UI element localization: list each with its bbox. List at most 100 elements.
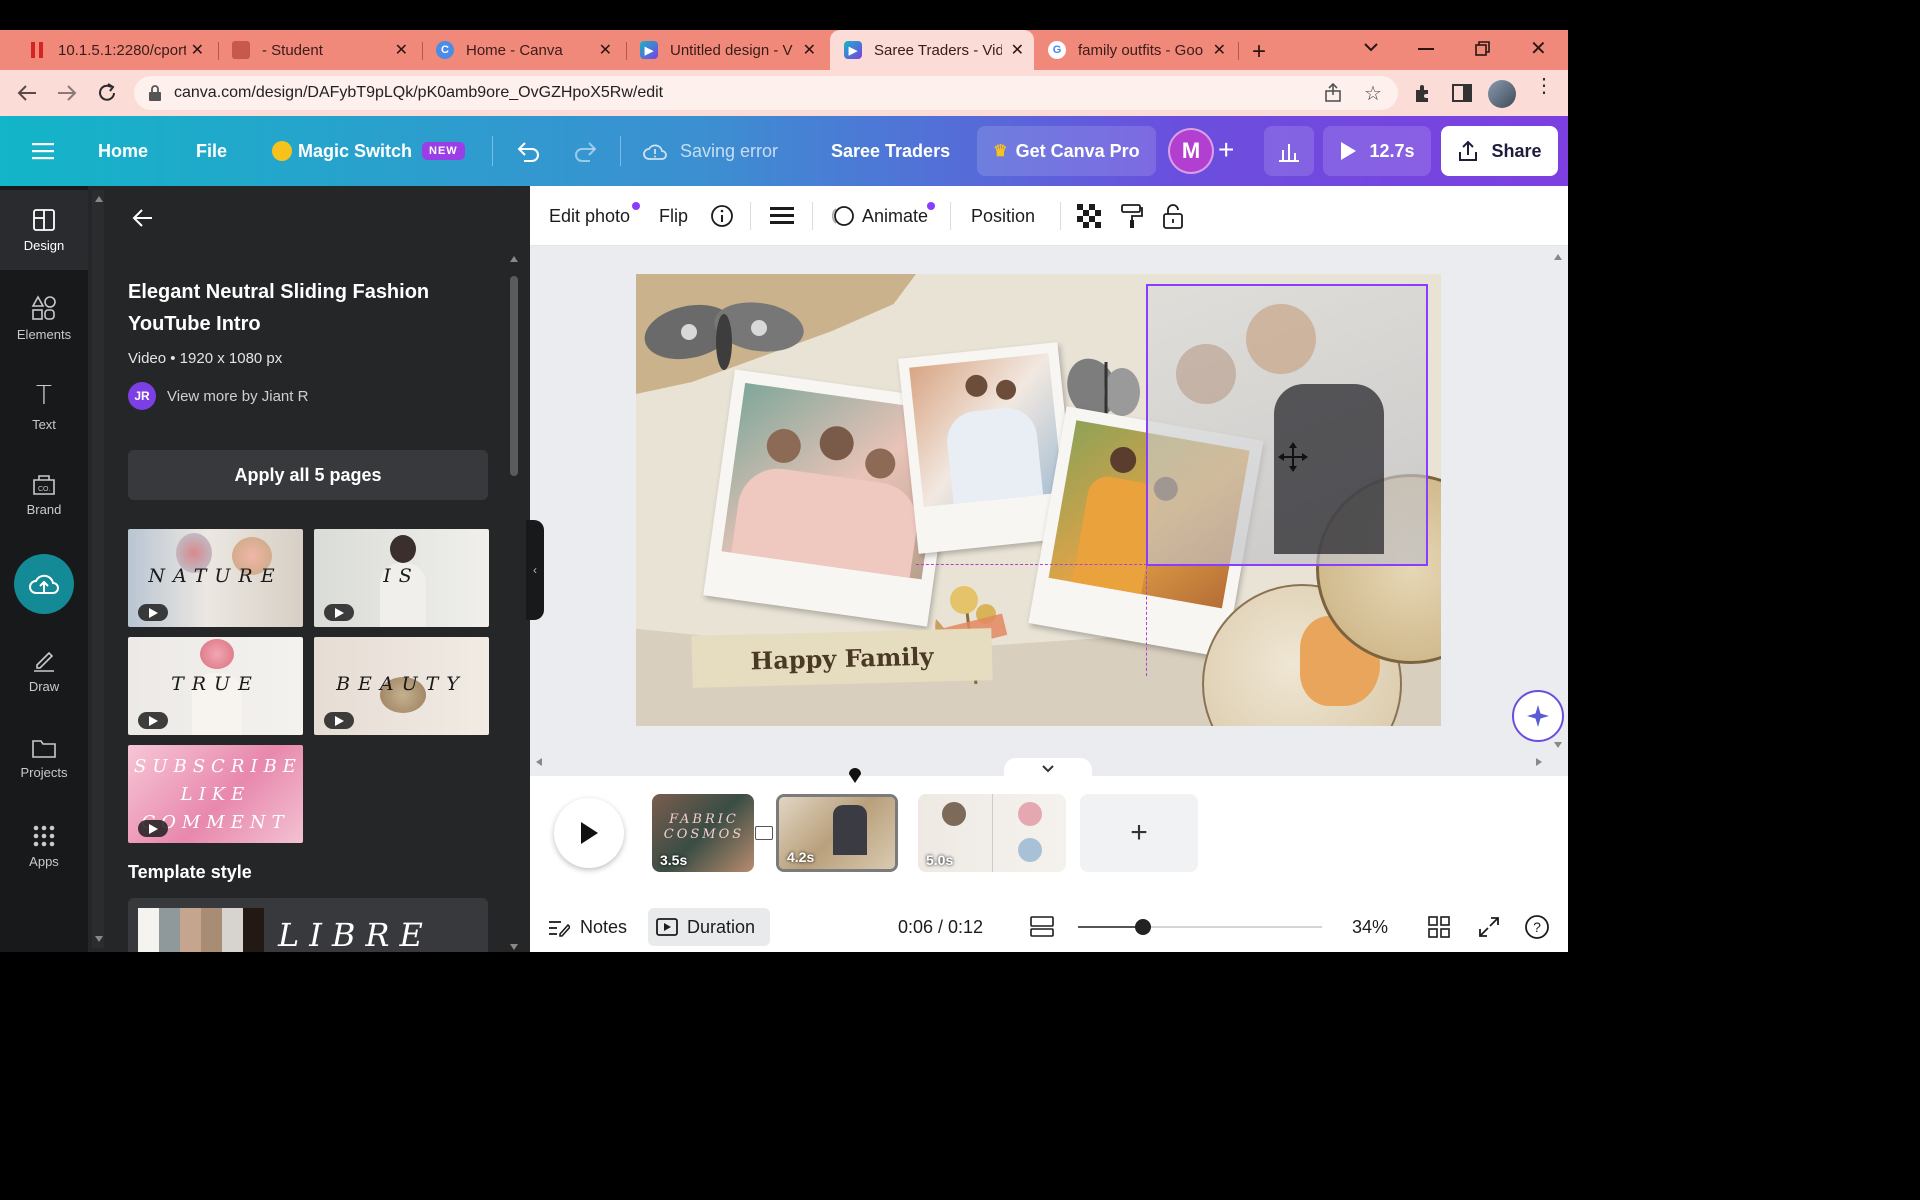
author-link-label: View more by Jiant R [167,387,309,405]
rail-item-projects[interactable]: Projects [0,718,88,798]
fullscreen-icon[interactable] [1478,902,1500,952]
border-style-icon[interactable] [770,186,794,246]
template-page-thumbnail[interactable]: NATURE [128,529,303,627]
saving-status[interactable]: Saving error [642,116,778,186]
timeline-clip[interactable]: FABRIC COSMOS 3.5s [652,794,754,872]
rail-item-draw[interactable]: Draw [0,630,88,710]
close-icon[interactable]: ✕ [803,40,816,60]
template-page-thumbnail[interactable]: SUBSCRIBE LIKE COMMENT [128,745,303,843]
rail-item-brand[interactable]: CO. Brand [0,454,88,534]
selected-photo-element[interactable] [1146,284,1428,566]
playhead-marker[interactable] [848,768,862,784]
browser-menu-icon[interactable]: ⋮ [1534,76,1554,96]
design-name[interactable]: Saree Traders [831,116,950,186]
upload-cloud-button[interactable] [14,554,74,614]
get-pro-label: Get Canva Pro [1015,140,1140,161]
play-preview-button[interactable]: 12.7s [1323,126,1431,176]
forward-icon[interactable] [54,80,80,106]
happy-family-banner[interactable]: Happy Family [691,628,993,688]
transparency-icon[interactable] [1077,186,1101,246]
apply-all-pages-button[interactable]: Apply all 5 pages [128,450,488,500]
bookmark-star-icon[interactable]: ☆ [1364,81,1382,106]
template-page-thumbnail[interactable]: IS [314,529,489,627]
close-window-icon[interactable]: ✕ [1530,36,1547,61]
tab-search-icon[interactable] [1362,38,1380,56]
rail-item-text[interactable]: T Text [0,366,88,446]
canvas-scrollbar[interactable] [1552,250,1564,748]
paint-roller-icon[interactable] [1120,186,1144,246]
minimize-icon[interactable] [1418,48,1434,50]
share-page-icon[interactable] [1324,83,1344,103]
browser-tab[interactable]: 10.1.5.1:2280/cporta ✕ [14,30,214,70]
zoom-slider[interactable] [1078,919,1322,935]
lock-icon[interactable] [1162,186,1184,246]
design-canvas[interactable]: Happy Family [636,274,1441,726]
close-icon[interactable]: ✕ [191,40,204,60]
browser-tab[interactable]: G family outfits - Goo ✕ [1034,30,1236,70]
help-icon[interactable]: ? [1524,902,1550,952]
template-page-thumbnail[interactable]: TRUE [128,637,303,735]
notes-button[interactable]: Notes [548,902,627,952]
rail-label: Projects [20,764,68,780]
insights-icon[interactable] [1264,126,1314,176]
rail-item-design[interactable]: Design [0,190,88,270]
upload-icon [1457,140,1479,162]
collapse-panel-handle[interactable]: ‹ [526,520,544,620]
grid-view-icon[interactable] [1030,902,1054,952]
browser-tab-active[interactable]: ▶ Saree Traders - Vid ✕ [830,30,1034,70]
animate-button[interactable]: Animate [830,186,928,246]
play-duration-label: 12.7s [1369,140,1415,161]
get-canva-pro-button[interactable]: ♛ Get Canva Pro [977,126,1156,176]
zoom-slider-handle[interactable] [1135,919,1151,935]
video-play-icon [138,604,168,621]
user-avatar[interactable]: M [1168,128,1214,174]
grid-pages-icon[interactable] [1428,902,1450,952]
timeline-play-button[interactable] [554,798,624,868]
panel-scrollbar-left[interactable] [92,190,104,948]
file-menu-button[interactable]: File [196,116,227,186]
undo-icon[interactable] [514,116,542,186]
restore-icon[interactable] [1474,40,1492,58]
duration-button[interactable]: Duration [648,908,770,946]
panel-scrollbar[interactable] [508,256,520,950]
close-icon[interactable]: ✕ [599,40,612,60]
flip-button[interactable]: Flip [659,186,688,246]
timeline-clip[interactable]: 5.0s [918,794,1066,872]
folder-icon [31,737,57,759]
invite-plus-icon[interactable]: + [1218,136,1234,164]
extensions-icon[interactable] [1412,82,1434,104]
close-icon[interactable]: ✕ [1011,40,1024,60]
close-icon[interactable]: ✕ [1213,40,1226,60]
reload-icon[interactable] [94,80,120,106]
zoom-level[interactable]: 34% [1352,902,1388,952]
editor-footer: Notes Duration 0:06 / 0:12 34% ? [530,902,1568,952]
sidebar-icon[interactable] [1452,84,1472,102]
browser-tab[interactable]: - Student ✕ [218,30,418,70]
redo-icon[interactable] [572,116,600,186]
close-icon[interactable]: ✕ [395,40,408,60]
main-menu-icon[interactable] [32,116,54,186]
browser-tab[interactable]: ▶ Untitled design - V ✕ [626,30,826,70]
rail-item-elements[interactable]: Elements [0,278,88,358]
share-button[interactable]: Share [1441,126,1558,176]
transition-icon[interactable] [755,826,773,840]
browser-tab[interactable]: C Home - Canva ✕ [422,30,622,70]
rail-item-apps[interactable]: Apps [0,806,88,886]
back-arrow-icon[interactable] [132,208,154,228]
profile-avatar[interactable] [1488,80,1516,108]
magic-switch-button[interactable]: Magic Switch NEW [272,116,465,186]
timeline-clip-active[interactable]: 4.2s [776,794,898,872]
new-tab-icon[interactable]: + [1252,38,1266,66]
canvas-workarea: Happy Family [530,246,1568,780]
edit-photo-button[interactable]: Edit photo [549,186,630,246]
template-style-card[interactable]: LIBRE [128,898,488,952]
back-icon[interactable] [14,80,40,106]
template-page-thumbnail[interactable]: BEAUTY [314,637,489,735]
template-author-link[interactable]: JR View more by Jiant R [128,382,308,410]
student-icon [232,41,250,59]
info-icon[interactable] [710,186,734,246]
add-page-button[interactable]: + [1080,794,1198,872]
position-button[interactable]: Position [971,186,1035,246]
url-field[interactable]: canva.com/design/DAFybT9pLQk/pK0amb9ore_… [134,76,1398,110]
home-button[interactable]: Home [98,116,148,186]
